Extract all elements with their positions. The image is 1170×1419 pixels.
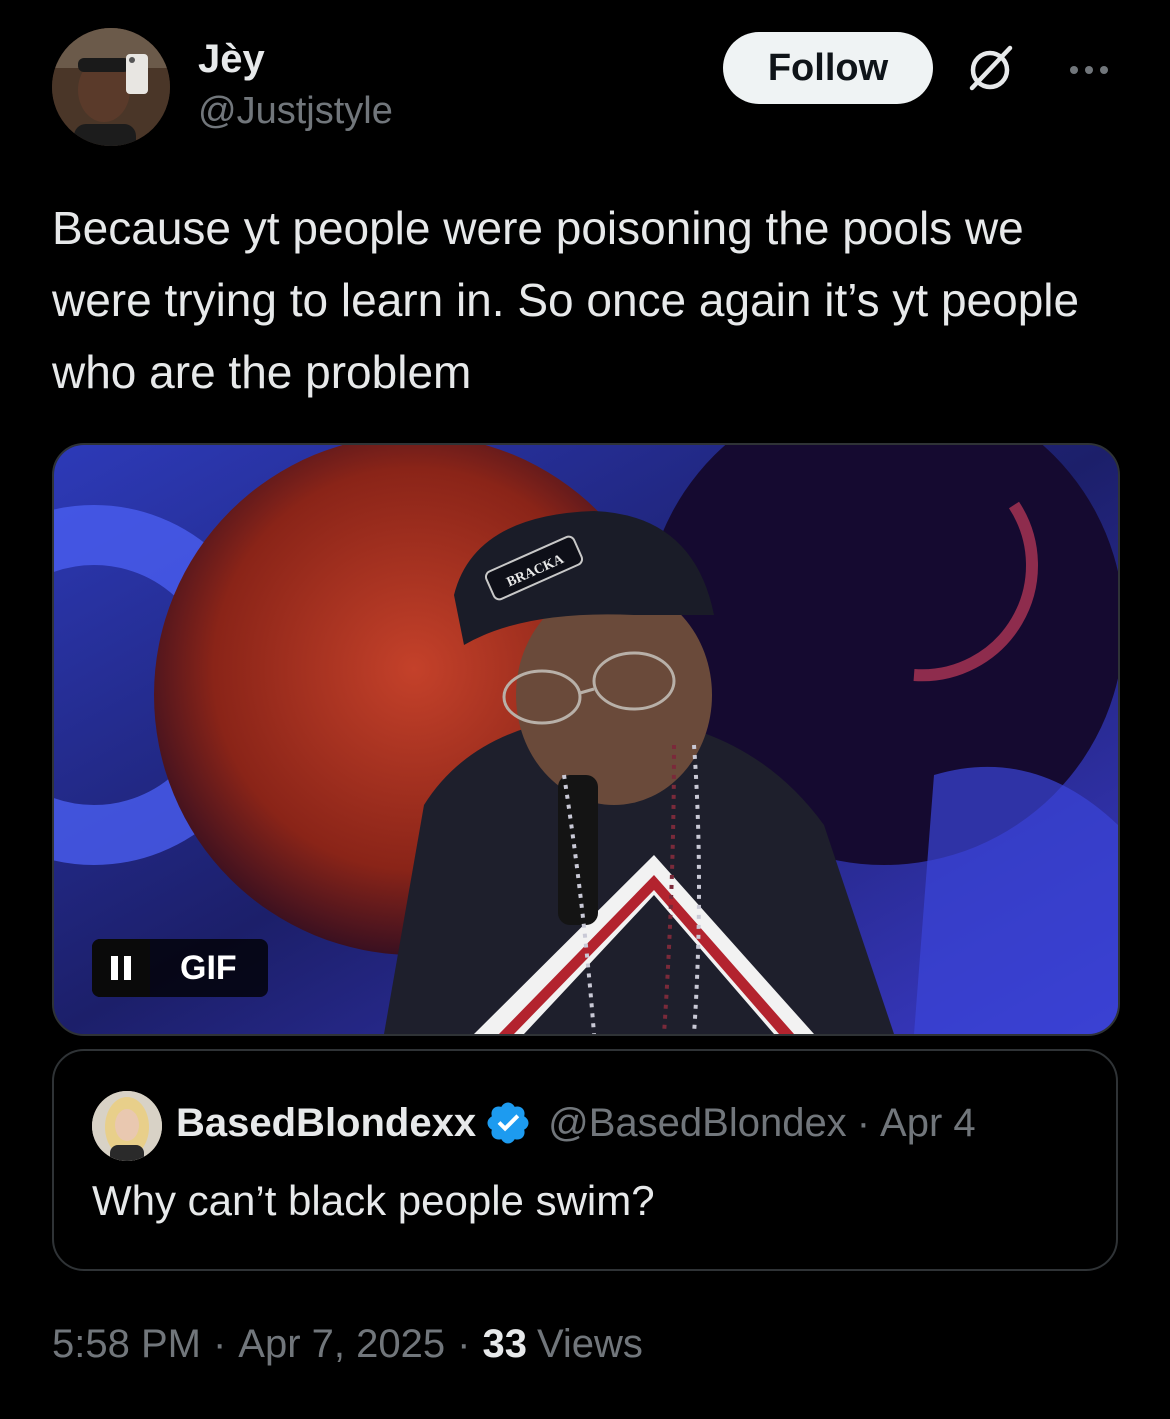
tweet-date[interactable]: Apr 7, 2025 (238, 1322, 445, 1367)
author-handle[interactable]: @Justjstyle (198, 88, 393, 134)
grok-icon[interactable] (964, 42, 1016, 94)
quoted-tweet-date: Apr 4 (880, 1100, 976, 1145)
quoted-tweet-text: Why can’t black people swim? (92, 1177, 655, 1224)
tweet-time[interactable]: 5:58 PM (52, 1322, 201, 1367)
tweet-meta: 5:58 PM · Apr 7, 2025 · 33 Views (52, 1322, 643, 1367)
views-count[interactable]: 33 (482, 1322, 537, 1367)
quoted-tweet[interactable]: BasedBlondexx @BasedBlondex · Apr 4 Why … (52, 1049, 1118, 1271)
separator-dot: · (212, 1322, 227, 1366)
author-info: Jèy @Justjstyle (198, 34, 393, 134)
author-display-name[interactable]: Jèy (198, 34, 393, 84)
views-label[interactable]: Views (537, 1322, 643, 1367)
quoted-author-handle: @BasedBlondex (548, 1100, 847, 1145)
separator-dot: · (856, 1100, 871, 1145)
follow-button[interactable]: Follow (723, 32, 933, 104)
tweet-media-gif[interactable]: BRACKA GIF (52, 443, 1120, 1036)
more-options-icon[interactable] (1065, 46, 1113, 94)
gif-label: GIF (180, 948, 237, 987)
tweet-text: Because yt people were poisoning the poo… (52, 202, 1080, 398)
verified-badge-icon (487, 1102, 529, 1144)
quoted-author-name: BasedBlondexx (176, 1100, 477, 1145)
profile-photo-icon (92, 1091, 162, 1161)
tweet-header: Jèy @Justjstyle Follow (52, 28, 1118, 152)
separator-dot: · (457, 1322, 471, 1366)
quoted-author-avatar (92, 1091, 162, 1161)
profile-photo-icon (52, 28, 170, 146)
gif-badge[interactable]: GIF (92, 939, 268, 997)
author-avatar[interactable] (52, 28, 170, 146)
pause-icon[interactable] (92, 939, 150, 997)
quoted-tweet-header: BasedBlondexx @BasedBlondex · Apr 4 (176, 1099, 976, 1147)
